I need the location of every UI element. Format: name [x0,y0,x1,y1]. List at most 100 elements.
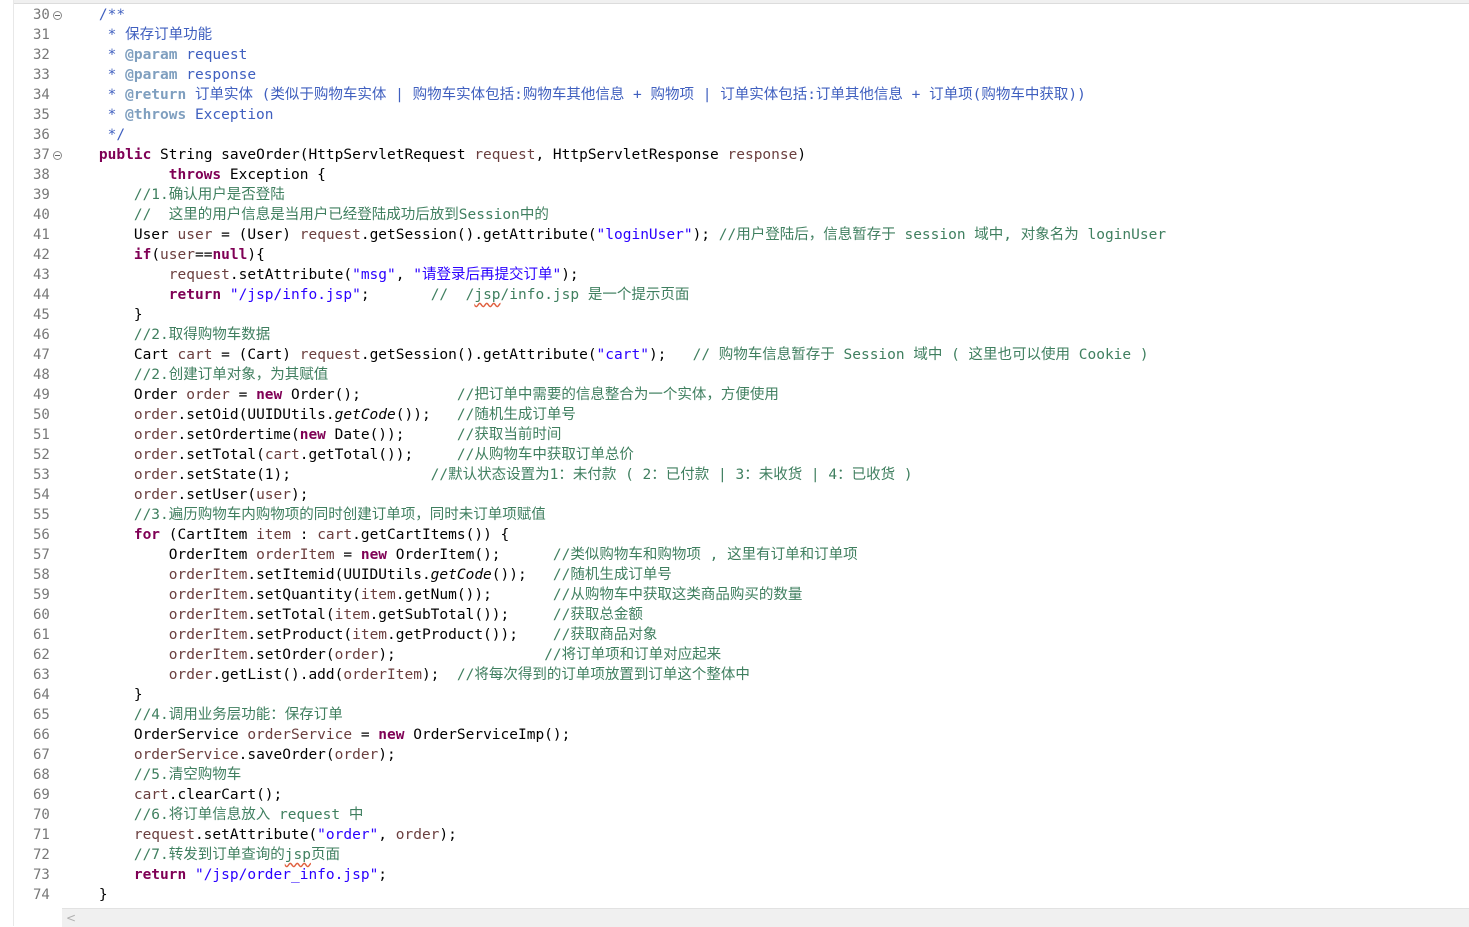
code-line-73[interactable]: return "/jsp/order_info.jsp"; [64,865,1469,885]
code-line-51[interactable]: order.setOrdertime(new Date()); //获取当前时间 [64,425,1469,445]
comment: // 购物车信息暂存于 Session 域中 ( 这里也可以使用 Cookie … [692,347,1149,363]
code-line-46[interactable]: //2.取得购物车数据 [64,325,1469,345]
code-line-56[interactable]: for (CartItem item : cart.getCartItems()… [64,525,1469,545]
keyword: null [212,247,248,263]
line-number-label: 57 [33,547,50,563]
code-line-60[interactable]: orderItem.setTotal(item.getSubTotal()); … [64,605,1469,625]
javadoc-close: */ [64,127,126,143]
code-line-32[interactable]: * @param request [64,45,1469,65]
static-method: getCode [334,407,396,423]
code-line-31[interactable]: * 保存订单功能 [64,25,1469,45]
comment: 页面 [310,847,340,863]
fold-collapse-icon[interactable] [53,11,62,20]
javadoc-tag: @param [125,47,178,63]
keyword: public [98,147,152,163]
code-line-49[interactable]: Order order = new Order(); //把订单中需要的信息整合… [64,385,1469,405]
variable: order [168,667,213,683]
code-line-74[interactable]: } [64,885,1469,905]
code-line-69[interactable]: cart.clearCart(); [64,785,1469,805]
code-line-63[interactable]: order.getList().add(orderItem); //将每次得到的… [64,665,1469,685]
line-number-label: 70 [33,807,50,823]
code-line-67[interactable]: orderService.saveOrder(order); [64,745,1469,765]
code-text: , HttpServletResponse [535,147,728,163]
code-text: OrderService [64,727,248,743]
line-number-label: 45 [33,307,50,323]
code-line-40[interactable]: // 这里的用户信息是当用户已经登陆成功后放到Session中的 [64,205,1469,225]
fold-collapse-icon[interactable] [53,151,62,160]
code-line-53[interactable]: order.setState(1); //默认状态设置为1：未付款 ( 2：已付… [64,465,1469,485]
line-number: 46 [13,325,65,345]
line-number-label: 54 [33,487,50,503]
code-line-37[interactable]: public String saveOrder(HttpServletReque… [64,145,1469,165]
line-number: 66 [13,725,65,745]
code-text: : [291,527,318,543]
code-line-57[interactable]: OrderItem orderItem = new OrderItem(); /… [64,545,1469,565]
line-number-label: 40 [33,207,50,223]
line-number: 60 [13,605,65,625]
code-line-36[interactable]: */ [64,125,1469,145]
editor-top-border [0,0,1469,4]
code-line-65[interactable]: //4.调用业务层功能：保存订单 [64,705,1469,725]
line-number-label: 72 [33,847,50,863]
code-line-38[interactable]: throws Exception { [64,165,1469,185]
code-line-42[interactable]: if(user==null){ [64,245,1469,265]
line-number-label: 55 [33,507,50,523]
code-text: .getSubTotal()); [369,607,553,623]
code-line-61[interactable]: orderItem.setProduct(item.getProduct());… [64,625,1469,645]
javadoc-star: * [64,27,126,43]
variable: order [133,467,178,483]
code-text: .setState(1); [177,467,431,483]
string-literal: "/jsp/order_info.jsp" [194,867,379,883]
keyword: if [133,247,152,263]
code-line-33[interactable]: * @param response [64,65,1469,85]
javadoc-text: response [177,67,257,83]
code-line-66[interactable]: OrderService orderService = new OrderSer… [64,725,1469,745]
code-line-70[interactable]: //6.将订单信息放入 request 中 [64,805,1469,825]
variable: request [299,227,361,243]
keyword: throws [168,167,222,183]
code-line-34[interactable]: * @return 订单实体 (类似于购物车实体 | 购物车实体包括:购物车其他… [64,85,1469,105]
code-text: = [352,727,379,743]
code-line-52[interactable]: order.setTotal(cart.getTotal()); //从购物车中… [64,445,1469,465]
code-line-71[interactable]: request.setAttribute("order", order); [64,825,1469,845]
javadoc-star: * [64,67,126,83]
code-line-59[interactable]: orderItem.setQuantity(item.getNum()); //… [64,585,1469,605]
scroll-left-arrow-icon[interactable]: < [66,911,78,925]
code-line-41[interactable]: User user = (User) request.getSession().… [64,225,1469,245]
code-line-39[interactable]: //1.确认用户是否登陆 [64,185,1469,205]
code-line-30[interactable]: /** [64,5,1469,25]
code-line-43[interactable]: request.setAttribute("msg", "请登录后再提交订单")… [64,265,1469,285]
line-number: 64 [13,685,65,705]
code-line-48[interactable]: //2.创建订单对象，为其赋值 [64,365,1469,385]
javadoc-tag: @param [125,67,178,83]
code-line-72[interactable]: //7.转发到订单查询的jsp页面 [64,845,1469,865]
line-number-label: 49 [33,387,50,403]
code-line-68[interactable]: //5.清空购物车 [64,765,1469,785]
code-line-47[interactable]: Cart cart = (Cart) request.getSession().… [64,345,1469,365]
line-number-label: 62 [33,647,50,663]
code-text: = (Cart) [212,347,300,363]
code-line-58[interactable]: orderItem.setItemid(UUIDUtils.getCode())… [64,565,1469,585]
code-line-44[interactable]: return "/jsp/info.jsp"; // /jsp/info.jsp… [64,285,1469,305]
code-text: = [229,387,257,403]
line-number-label: 48 [33,367,50,383]
line-number: 32 [13,45,65,65]
code-text: = [334,547,361,563]
code-line-35[interactable]: * @throws Exception [64,105,1469,125]
line-number: 68 [13,765,65,785]
keyword: for [133,527,161,543]
code-line-64[interactable]: } [64,685,1469,705]
line-number-label: 35 [33,107,50,123]
code-line-62[interactable]: orderItem.setOrder(order); //将订单项和订单对应起来 [64,645,1469,665]
code-line-54[interactable]: order.setUser(user); [64,485,1469,505]
code-line-55[interactable]: //3.遍历购物车内购物项的同时创建订单项，同时未订单项赋值 [64,505,1469,525]
code-editor[interactable]: /** * 保存订单功能 * @param request * @param r… [64,5,1469,905]
horizontal-scrollbar[interactable]: < [62,908,1469,927]
code-line-50[interactable]: order.setOid(UUIDUtils.getCode()); //随机生… [64,405,1469,425]
code-line-45[interactable]: } [64,305,1469,325]
code-text: ); [421,667,457,683]
